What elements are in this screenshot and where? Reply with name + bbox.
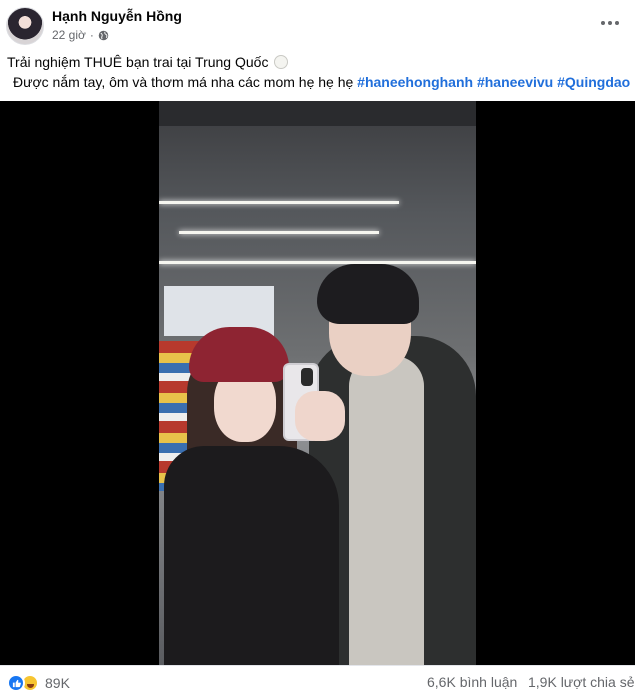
more-options-button[interactable] — [599, 13, 621, 33]
comments-count[interactable]: 6,6K bình luận — [427, 674, 517, 690]
person-coat — [164, 446, 339, 665]
post-time[interactable]: 22 giờ — [52, 28, 86, 42]
shares-count[interactable]: 1,9K lượt chia sẻ — [528, 674, 635, 690]
caption-line-2: Được nắm tay, ôm và thơm má nha các mom … — [7, 72, 632, 92]
caption-text-2: Được nắm tay, ôm và thơm má nha các mom … — [13, 74, 354, 90]
post-header: Hạnh Nguyễn Hồng 22 giờ · — [0, 0, 635, 46]
smile-emoji-icon — [274, 55, 289, 69]
hashtag-link[interactable]: #haneevivu — [477, 74, 553, 90]
post-video[interactable] — [0, 101, 635, 665]
ceiling-light — [179, 231, 379, 234]
hashtag-link[interactable]: #Quingdao — [557, 74, 630, 90]
like-icon — [7, 674, 25, 692]
video-frame[interactable] — [159, 101, 476, 665]
caption-text-1: Trải nghiệm THUÊ bạn trai tại Trung Quốc — [7, 54, 269, 70]
ceiling-light — [159, 201, 399, 204]
post-meta: 22 giờ · — [52, 28, 109, 42]
hand — [295, 391, 345, 441]
ceiling — [159, 101, 476, 126]
avatar[interactable] — [6, 7, 44, 45]
author-name[interactable]: Hạnh Nguyễn Hồng — [52, 8, 182, 24]
caption-line-1: Trải nghiệm THUÊ bạn trai tại Trung Quốc — [7, 52, 632, 72]
post-footer: 89K 6,6K bình luận 1,9K lượt chia sẻ — [0, 666, 635, 700]
ceiling-light — [159, 261, 476, 264]
person-hair — [317, 264, 419, 324]
beret — [189, 327, 289, 382]
globe-icon[interactable] — [98, 30, 109, 41]
hashtag-link[interactable]: #haneehonghanh — [357, 74, 473, 90]
more-icon-dot — [608, 21, 612, 25]
person-hoodie — [349, 356, 424, 665]
meta-separator: · — [89, 28, 94, 42]
more-icon-dot — [615, 21, 619, 25]
more-icon-dot — [601, 21, 605, 25]
reactions-summary[interactable]: 89K — [7, 674, 70, 692]
reactions-count: 89K — [45, 675, 70, 691]
post-caption: Trải nghiệm THUÊ bạn trai tại Trung Quốc… — [7, 52, 632, 92]
